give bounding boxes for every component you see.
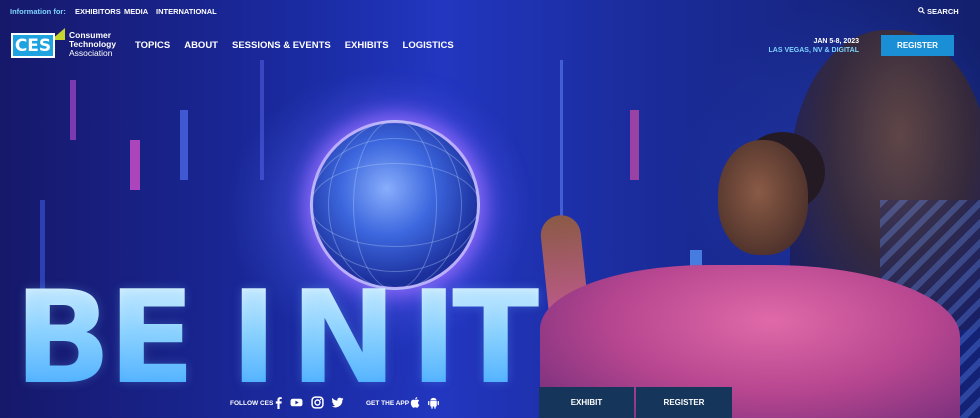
facebook-icon[interactable] [272, 396, 285, 409]
event-location: LAS VEGAS, NV & DIGITAL [768, 47, 860, 54]
nav-logistics[interactable]: LOGISTICS [403, 40, 454, 51]
ces-logo-mark: CES [11, 28, 65, 60]
link-exhibitors[interactable]: EXHIBITORS [75, 7, 121, 16]
instagram-icon[interactable] [311, 396, 324, 409]
hero-background: B E I N I T [0, 0, 980, 418]
information-for-label: Information for: [10, 7, 66, 16]
search-icon [918, 7, 925, 16]
get-the-app-label: GET THE APP [366, 400, 410, 407]
woman-face [718, 140, 808, 255]
logo-wordmark: Consumer Technology Association [69, 30, 116, 58]
search-button[interactable]: SEARCH [918, 7, 959, 16]
logo-ces-text: CES [11, 33, 55, 58]
android-icon[interactable] [427, 396, 440, 409]
nav-exhibits[interactable]: EXHIBITS [345, 40, 389, 51]
nav-sessions-events[interactable]: SESSIONS & EVENTS [232, 40, 331, 51]
register-button-header[interactable]: REGISTER [881, 35, 954, 56]
main-nav: TOPICS ABOUT SESSIONS & EVENTS EXHIBITS … [135, 40, 468, 51]
neon-stripe [130, 140, 140, 190]
link-international[interactable]: INTERNATIONAL [156, 7, 217, 16]
register-button-bottom[interactable]: REGISTER [636, 387, 732, 418]
neon-stripe [630, 110, 639, 180]
hero-letter: I [410, 264, 458, 413]
neon-stripe [560, 60, 563, 230]
ces-logo[interactable]: CES Consumer Technology Association [11, 28, 116, 60]
twitter-icon[interactable] [331, 396, 344, 409]
globe-parallel [310, 138, 480, 272]
link-media[interactable]: MEDIA [124, 7, 148, 16]
hero-letter: T [452, 264, 540, 413]
youtube-icon[interactable] [290, 396, 303, 409]
follow-ces-label: FOLLOW CES [230, 400, 274, 407]
hero-letter: E [108, 264, 196, 413]
exhibit-button[interactable]: EXHIBIT [539, 387, 634, 418]
search-label: SEARCH [927, 7, 959, 16]
neon-stripe [260, 60, 264, 180]
logo-line-3: Association [69, 47, 113, 58]
nav-about[interactable]: ABOUT [184, 40, 218, 51]
nav-topics[interactable]: TOPICS [135, 40, 170, 51]
utility-bar: Information for: EXHIBITORS MEDIA INTERN… [0, 0, 980, 22]
hero-letter: B [14, 264, 112, 413]
event-info: JAN 5-8, 2023 LAS VEGAS, NV & DIGITAL [769, 37, 860, 55]
neon-stripe [70, 80, 76, 140]
apple-icon[interactable] [409, 396, 422, 409]
hero-letter: I [230, 264, 278, 413]
event-dates: JAN 5-8, 2023 [813, 38, 859, 45]
neon-stripe [180, 110, 188, 180]
hero-letter: N [290, 264, 398, 413]
